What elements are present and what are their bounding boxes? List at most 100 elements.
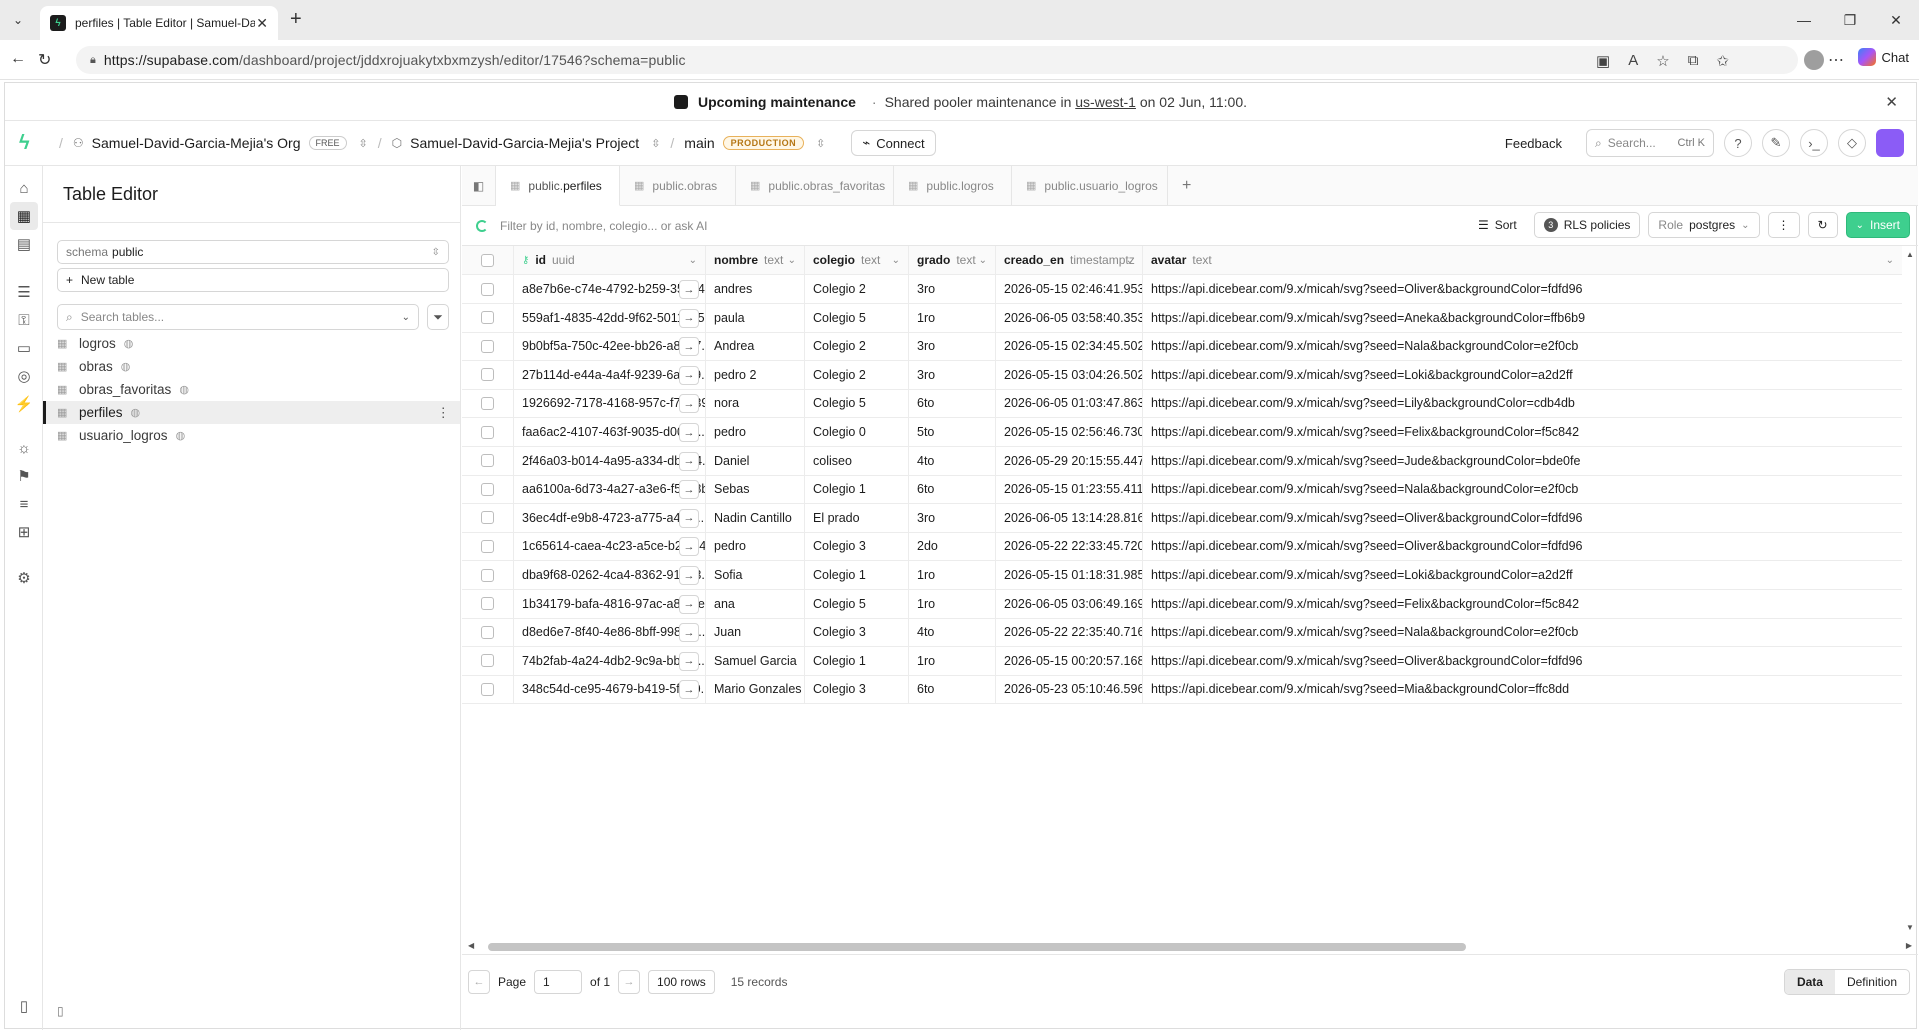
column-header-colegio[interactable]: colegio text ⌄	[805, 246, 909, 274]
cell-colegio[interactable]: coliseo	[805, 446, 909, 475]
column-header-grado[interactable]: grado text ⌄	[909, 246, 996, 274]
cell-colegio[interactable]: Colegio 2	[805, 360, 909, 389]
cell-creado_en[interactable]: 2026-05-15 03:04:26.50276+0	[996, 360, 1143, 389]
cell-grado[interactable]: 5to	[909, 418, 996, 446]
row-checkbox[interactable]	[481, 511, 494, 525]
minimize-icon[interactable]: —	[1781, 0, 1827, 40]
cell-grado[interactable]: 3ro	[909, 275, 996, 303]
cell-nombre[interactable]: nora	[706, 389, 805, 418]
table-editor-icon[interactable]: ▦	[10, 202, 38, 230]
close-tab-icon[interactable]: ✕	[256, 15, 268, 32]
cell-nombre[interactable]: ana	[706, 589, 805, 618]
next-page-icon[interactable]: →	[618, 970, 641, 994]
cell-id[interactable]: 27b114d-e44a-4a4f-9239-6a6d9... →	[514, 360, 706, 389]
expand-row-arrow-icon[interactable]: →	[679, 480, 699, 500]
expand-row-arrow-icon[interactable]: →	[679, 394, 699, 414]
data-view-button[interactable]: Data	[1784, 970, 1835, 994]
cell-nombre[interactable]: Nadin Cantillo	[706, 503, 805, 532]
cell-grado[interactable]: 4to	[909, 618, 996, 647]
cell-colegio[interactable]: El prado	[805, 503, 909, 532]
table-row[interactable]: dba9f68-0262-4ca4-8362-91743... → Sofia Col…	[462, 561, 1902, 590]
table-row[interactable]: 36ec4df-e9b8-4723-a775-a4fdc... → Nadin Ca…	[462, 503, 1902, 533]
column-header-creado_en[interactable]: creado_en timestamptz ⌄	[996, 246, 1143, 274]
cell-colegio[interactable]: Colegio 3	[805, 532, 909, 561]
column-menu-chevron-icon[interactable]: ⌄	[689, 255, 697, 266]
cell-nombre[interactable]: Samuel Garcia	[706, 646, 805, 675]
more-actions-button[interactable]: ⋮	[1767, 212, 1800, 238]
sidebar-table-obras_favoritas[interactable]: ▦ obras_favoritas ◍	[43, 378, 460, 401]
cell-avatar[interactable]: https://api.dicebear.com/9.x/micah/svg?s…	[1143, 561, 1902, 589]
cell-colegio[interactable]: Colegio 3	[805, 618, 909, 647]
favorite-star-icon[interactable]: ☆	[1656, 52, 1669, 70]
home-icon[interactable]: ⌂	[14, 178, 34, 198]
cell-nombre[interactable]: pedro 2	[706, 360, 805, 389]
cell-avatar[interactable]: https://api.dicebear.com/9.x/micah/svg?s…	[1143, 418, 1902, 446]
editor-tab-obras[interactable]: ▦ public.obras	[620, 166, 736, 205]
row-checkbox[interactable]	[481, 454, 494, 468]
table-row[interactable]: 1c65614-caea-4c23-a5ce-b22f94... → pedro Co…	[462, 532, 1902, 562]
definition-view-button[interactable]: Definition	[1835, 970, 1909, 994]
table-row[interactable]: a8e7b6e-c74e-4792-b259-35e44... → andres Co…	[462, 275, 1902, 304]
table-row[interactable]: faa6ac2-4107-463f-9035-d00ee... → pedro Col…	[462, 418, 1902, 447]
column-header-id[interactable]: ⚷ id uuid ⌄	[514, 246, 706, 274]
scroll-down-icon[interactable]: ▼	[1906, 923, 1914, 932]
cell-avatar[interactable]: https://api.dicebear.com/9.x/micah/svg?s…	[1143, 618, 1902, 646]
branch-selector[interactable]: main PRODUCTION ⇳	[684, 135, 825, 151]
cell-nombre[interactable]: Daniel	[706, 446, 805, 475]
column-header-avatar[interactable]: avatar text ⌄	[1143, 246, 1902, 274]
expand-row-arrow-icon[interactable]: →	[679, 280, 699, 299]
row-checkbox[interactable]	[481, 396, 494, 410]
cell-avatar[interactable]: https://api.dicebear.com/9.x/micah/svg?s…	[1143, 332, 1902, 360]
cell-id[interactable]: 74b2fab-4a24-4db2-9c9a-bb0d... →	[514, 646, 706, 675]
cell-grado[interactable]: 3ro	[909, 360, 996, 389]
table-menu-icon[interactable]: ⋮	[437, 405, 451, 421]
row-checkbox[interactable]	[481, 339, 494, 353]
cell-colegio[interactable]: Colegio 1	[805, 475, 909, 504]
connect-button[interactable]: ⌁ Connect	[851, 130, 936, 156]
row-checkbox[interactable]	[481, 539, 494, 553]
cell-id[interactable]: 1c65614-caea-4c23-a5ce-b22f94... →	[514, 532, 706, 561]
more-options-icon[interactable]: ⋯	[1828, 50, 1844, 70]
sort-button[interactable]: ☰ Sort	[1469, 212, 1526, 238]
tab-list-chevron-icon[interactable]: ⌄	[6, 8, 30, 32]
table-row[interactable]: 1b34179-bafa-4816-97ac-a87fbe... → ana Cole…	[462, 589, 1902, 619]
close-banner-icon[interactable]: ✕	[1885, 93, 1898, 111]
integrations-icon[interactable]: ⊞	[14, 522, 34, 542]
assistant-icon[interactable]: ◇	[1838, 129, 1866, 157]
cell-grado[interactable]: 6to	[909, 475, 996, 504]
cell-grado[interactable]: 1ro	[909, 561, 996, 589]
cell-nombre[interactable]: pedro	[706, 418, 805, 446]
column-menu-chevron-icon[interactable]: ⌄	[788, 255, 796, 266]
realtime-icon[interactable]: ◎	[14, 366, 34, 386]
cell-id[interactable]: dba9f68-0262-4ca4-8362-91743... →	[514, 561, 706, 589]
filter-input[interactable]: Filter by id, nombre, colegio... or ask …	[500, 219, 707, 233]
cell-creado_en[interactable]: 2026-06-05 01:03:47.863432+	[996, 389, 1143, 418]
table-row[interactable]: 348c54d-ce95-4679-b419-5f6a0... → Mario Go…	[462, 675, 1902, 705]
cell-colegio[interactable]: Colegio 2	[805, 332, 909, 361]
table-row[interactable]: 74b2fab-4a24-4db2-9c9a-bb0d... → Samuel Ga…	[462, 646, 1902, 676]
cell-id[interactable]: 2f46a03-b014-4a95-a334-db944... →	[514, 446, 706, 475]
expand-row-arrow-icon[interactable]: →	[679, 423, 699, 442]
rls-policies-button[interactable]: 3 RLS policies	[1533, 212, 1641, 238]
site-info-icon[interactable]: 🔒︎	[90, 54, 96, 67]
cell-avatar[interactable]: https://api.dicebear.com/9.x/micah/svg?s…	[1143, 475, 1902, 503]
page-input[interactable]: 1	[534, 970, 583, 994]
auth-icon[interactable]: ⚿	[14, 310, 34, 330]
cell-colegio[interactable]: Colegio 0	[805, 418, 909, 446]
cell-id[interactable]: a8e7b6e-c74e-4792-b259-35e44... →	[514, 275, 706, 303]
row-checkbox[interactable]	[481, 368, 494, 382]
add-tab-icon[interactable]: +	[1168, 166, 1205, 205]
logs-icon[interactable]: ≡	[14, 494, 34, 514]
back-icon[interactable]: ←	[10, 50, 26, 68]
new-table-button[interactable]: + New table	[57, 268, 449, 292]
cell-creado_en[interactable]: 2026-06-05 03:06:49.169809	[996, 589, 1143, 618]
row-checkbox[interactable]	[481, 311, 494, 325]
scroll-right-icon[interactable]: ▶	[1906, 941, 1912, 950]
settings-icon[interactable]: ⚙	[14, 568, 34, 588]
column-menu-chevron-icon[interactable]: ⌄	[892, 255, 900, 266]
row-checkbox[interactable]	[481, 682, 494, 696]
row-checkbox[interactable]	[481, 482, 494, 496]
editor-tab-perfiles[interactable]: ▦ public.perfiles	[496, 166, 620, 206]
expand-row-arrow-icon[interactable]: →	[679, 566, 699, 585]
sidebar-toggle-icon[interactable]: ▯	[57, 1004, 64, 1018]
